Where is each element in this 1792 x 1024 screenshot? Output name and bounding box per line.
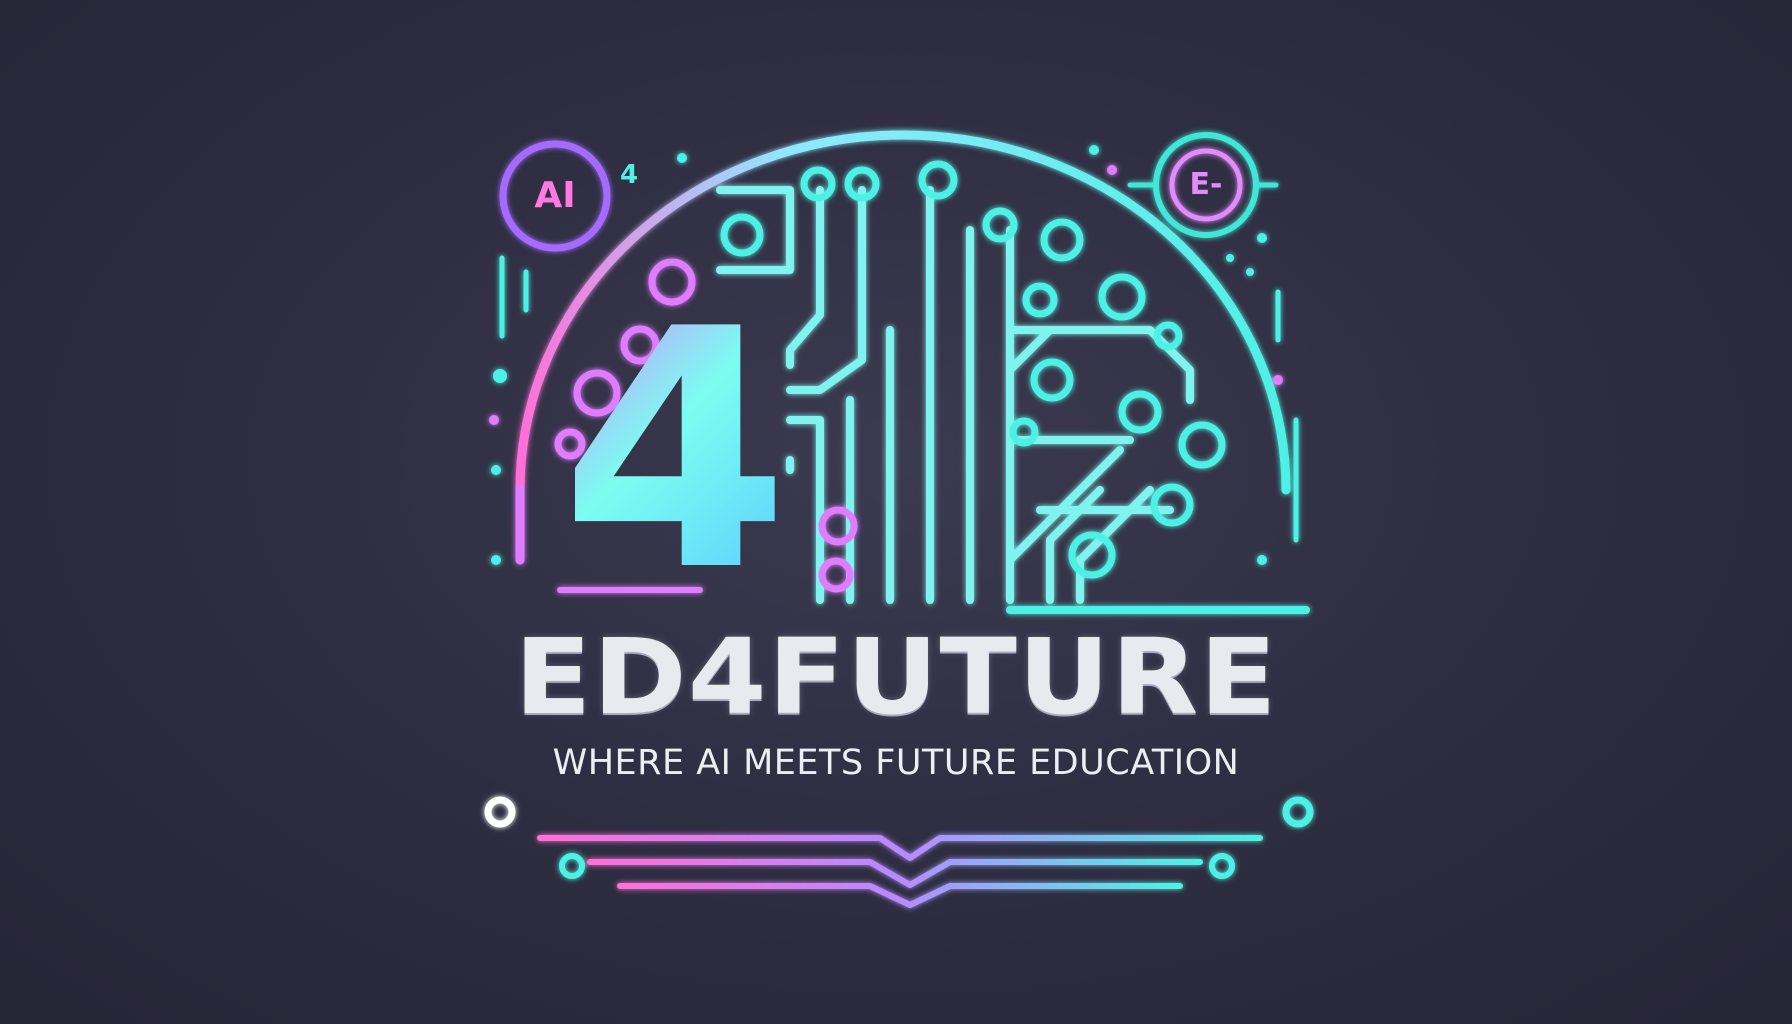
brand-title: ED4FUTURE	[514, 616, 1278, 738]
brand-tagline: WHERE AI MEETS FUTURE EDUCATION	[552, 743, 1240, 783]
lower-node-right	[1282, 796, 1314, 828]
lower-node-left	[484, 796, 516, 828]
circuit-brain-icon	[484, 130, 1314, 908]
e-badge-label: E-	[1189, 167, 1223, 202]
small-numeral: 4	[620, 160, 639, 190]
logo-canvas: AI 4 E- 4 ED4FUTURE WHERE AI MEETS FUTUR…	[0, 0, 1792, 1024]
big-numeral: 4	[560, 259, 790, 643]
ai-badge-label: AI	[534, 175, 576, 216]
